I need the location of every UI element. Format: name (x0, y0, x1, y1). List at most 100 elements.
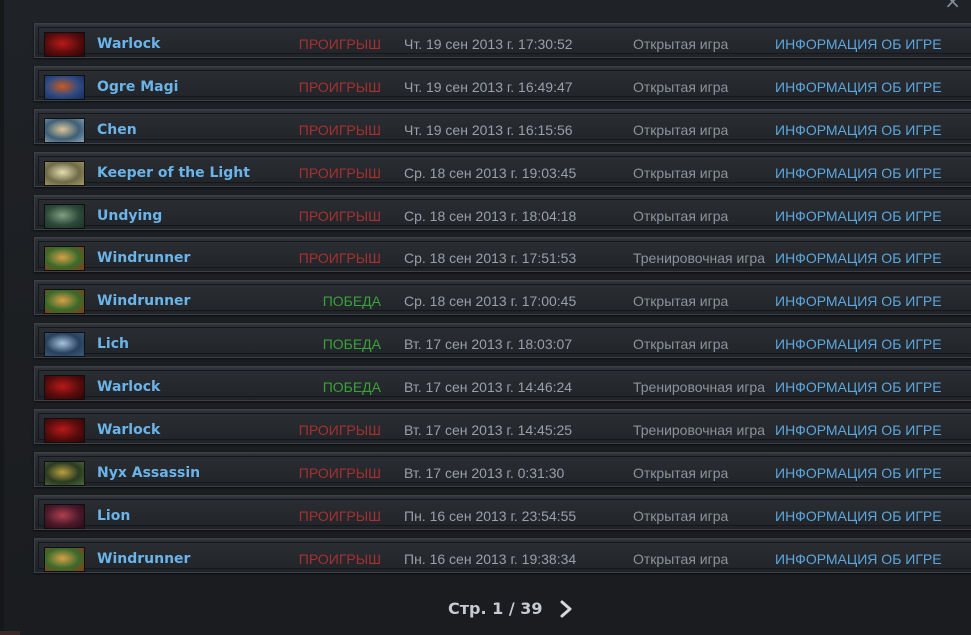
hero-name: Windrunner (97, 293, 191, 310)
game-info-link[interactable]: ИНФОРМАЦИЯ ОБ ИГРЕ (775, 114, 942, 147)
match-list: Warlock ПРОИГРЫШ Чт. 19 сен 2013 г. 17:30:… (34, 23, 971, 581)
hero-name: Lion (97, 507, 131, 524)
match-result: ПОБЕДА (322, 379, 381, 396)
match-row[interactable]: Windrunner ПОБЕДА Ср. 18 сен 2013 г. 17:00… (34, 280, 971, 316)
match-result: ПРОИГРЫШ (298, 550, 381, 567)
lich-portrait-icon (44, 332, 85, 358)
match-row[interactable]: Lich ПОБЕДА Вт. 17 сен 2013 г. 18:03:07 Отк… (34, 323, 971, 359)
match-result: ПРОИГРЫШ (298, 121, 381, 138)
game-info-link[interactable]: ИНФОРМАЦИЯ ОБ ИГРЕ (775, 157, 942, 190)
match-result: ПОБЕДА (322, 293, 381, 310)
match-row[interactable]: Keeper of the Light ПРОИГРЫШ Ср. 18 сен 20… (34, 151, 971, 187)
game-info-link[interactable]: ИНФОРМАЦИЯ ОБ ИГРЕ (775, 543, 942, 576)
keeper-of-the-light-portrait-icon (44, 160, 85, 186)
hero-name: Warlock (97, 36, 161, 52)
match-row-inner: Warlock ПРОИГРЫШ Вт. 17 сен 2013 г. 14:45:… (38, 413, 971, 444)
match-date: Вт. 17 сен 2013 г. 14:46:24 (404, 379, 573, 396)
match-row-inner: Lich ПОБЕДА Вт. 17 сен 2013 г. 18:03:07 Отк… (38, 327, 971, 358)
game-mode: Тренировочная игра (633, 250, 766, 267)
game-info-link[interactable]: ИНФОРМАЦИЯ ОБ ИГРЕ (775, 200, 942, 233)
match-date: Чт. 19 сен 2013 г. 17:30:52 (404, 36, 573, 52)
match-row[interactable]: Windrunner ПРОИГРЫШ Ср. 18 сен 2013 г. 17:… (34, 237, 971, 273)
match-result: ПРОИГРЫШ (298, 78, 381, 95)
game-mode: Открытая игра (633, 164, 729, 181)
panel-left-edge (0, 0, 4, 635)
match-result: ПРОИГРЫШ (298, 250, 381, 267)
game-info-link[interactable]: ИНФОРМАЦИЯ ОБ ИГРЕ (775, 71, 942, 104)
panel-bottom-edge (0, 631, 20, 635)
match-row-inner: Keeper of the Light ПРОИГРЫШ Ср. 18 сен 20… (38, 155, 971, 186)
match-result: ПРОИГРЫШ (298, 36, 381, 52)
hero-name: Chen (97, 121, 137, 138)
match-row-inner: Chen ПРОИГРЫШ Чт. 19 сен 2013 г. 16:15:56 О… (38, 112, 971, 143)
hero-name: Ogre Magi (97, 78, 179, 95)
match-history-panel: × Warlock ПРОИГРЫШ Чт. 19 сен 2013 г. 17:3… (0, 0, 971, 635)
match-date: Пн. 16 сен 2013 г. 23:54:55 (404, 507, 577, 524)
match-row[interactable]: Chen ПРОИГРЫШ Чт. 19 сен 2013 г. 16:15:56 О… (34, 108, 971, 144)
match-date: Чт. 19 сен 2013 г. 16:49:47 (404, 78, 573, 95)
lion-portrait-icon (44, 503, 85, 529)
close-icon[interactable]: × (944, 0, 961, 11)
game-info-link[interactable]: ИНФОРМАЦИЯ ОБ ИГРЕ (775, 328, 942, 361)
match-row-inner: Windrunner ПОБЕДА Ср. 18 сен 2013 г. 17:00… (38, 284, 971, 315)
match-row-inner: Undying ПРОИГРЫШ Ср. 18 сен 2013 г. 18:04:… (38, 198, 971, 229)
match-result: ПРОИГРЫШ (298, 207, 381, 224)
match-row-inner: Windrunner ПРОИГРЫШ Ср. 18 сен 2013 г. 17:… (38, 241, 971, 272)
match-result: ПРОИГРЫШ (298, 464, 381, 481)
game-info-link[interactable]: ИНФОРМАЦИЯ ОБ ИГРЕ (775, 242, 942, 275)
match-date: Вт. 17 сен 2013 г. 14:45:25 (404, 422, 573, 439)
match-date: Ср. 18 сен 2013 г. 19:03:45 (404, 164, 577, 181)
match-row[interactable]: Windrunner ПРОИГРЫШ Пн. 16 сен 2013 г. 19:… (34, 537, 971, 576)
match-result: ПОБЕДА (322, 336, 381, 353)
match-row-inner: Lion ПРОИГРЫШ Пн. 16 сен 2013 г. 23:54:55 О… (38, 498, 971, 529)
game-mode: Тренировочная игра (633, 422, 766, 439)
hero-name: Warlock (97, 422, 161, 439)
game-info-link[interactable]: ИНФОРМАЦИЯ ОБ ИГРЕ (775, 457, 942, 490)
game-mode: Открытая игра (633, 550, 729, 567)
match-date: Ср. 18 сен 2013 г. 17:51:53 (404, 250, 577, 267)
match-row[interactable]: Warlock ПРОИГРЫШ Чт. 19 сен 2013 г. 17:30:… (34, 23, 971, 58)
match-row-inner: Warlock ПОБЕДА Вт. 17 сен 2013 г. 14:46:24… (38, 370, 971, 401)
game-mode: Открытая игра (633, 293, 729, 310)
match-date: Вт. 17 сен 2013 г. 0:31:30 (404, 464, 565, 481)
hero-name: Lich (97, 336, 129, 353)
match-row[interactable]: Lion ПРОИГРЫШ Пн. 16 сен 2013 г. 23:54:55 О… (34, 494, 971, 530)
match-date: Вт. 17 сен 2013 г. 18:03:07 (404, 336, 573, 353)
warlock-portrait-icon (44, 375, 85, 401)
match-result: ПРОИГРЫШ (298, 164, 381, 181)
match-date: Ср. 18 сен 2013 г. 17:00:45 (404, 293, 577, 310)
match-date: Пн. 16 сен 2013 г. 19:38:34 (404, 550, 577, 567)
ogre-magi-portrait-icon (44, 74, 85, 100)
game-info-link[interactable]: ИНФОРМАЦИЯ ОБ ИГРЕ (775, 500, 942, 533)
match-row-inner: Nyx Assassin ПРОИГРЫШ Вт. 17 сен 2013 г. 0… (38, 455, 971, 486)
match-row[interactable]: Warlock ПРОИГРЫШ Вт. 17 сен 2013 г. 14:45:… (34, 409, 971, 445)
windrunner-portrait-icon (44, 546, 85, 572)
undying-portrait-icon (44, 203, 85, 229)
match-row-inner: Warlock ПРОИГРЫШ Чт. 19 сен 2013 г. 17:30:… (38, 27, 971, 57)
game-mode: Открытая игра (633, 207, 729, 224)
game-mode: Открытая игра (633, 336, 729, 353)
hero-name: Keeper of the Light (97, 164, 250, 181)
match-row[interactable]: Ogre Magi ПРОИГРЫШ Чт. 19 сен 2013 г. 16:4… (34, 65, 971, 104)
nyx-assassin-portrait-icon (44, 460, 85, 486)
match-result: ПРОИГРЫШ (298, 422, 381, 439)
game-info-link[interactable]: ИНФОРМАЦИЯ ОБ ИГРЕ (775, 28, 942, 61)
game-info-link[interactable]: ИНФОРМАЦИЯ ОБ ИГРЕ (775, 285, 942, 318)
match-row[interactable]: Undying ПРОИГРЫШ Ср. 18 сен 2013 г. 18:04:… (34, 194, 971, 230)
chevron-right-icon[interactable] (558, 600, 574, 618)
game-mode: Открытая игра (633, 507, 729, 524)
hero-name: Warlock (97, 379, 161, 396)
game-info-link[interactable]: ИНФОРМАЦИЯ ОБ ИГРЕ (775, 371, 942, 404)
hero-name: Windrunner (97, 550, 191, 567)
match-result: ПРОИГРЫШ (298, 507, 381, 524)
game-mode: Открытая игра (633, 121, 729, 138)
chen-portrait-icon (44, 117, 85, 143)
match-row[interactable]: Nyx Assassin ПРОИГРЫШ Вт. 17 сен 2013 г. 0… (34, 451, 971, 487)
hero-name: Windrunner (97, 250, 191, 267)
windrunner-portrait-icon (44, 289, 85, 315)
match-row[interactable]: Warlock ПОБЕДА Вт. 17 сен 2013 г. 14:46:24… (34, 366, 971, 402)
match-date: Чт. 19 сен 2013 г. 16:15:56 (404, 121, 573, 138)
hero-name: Nyx Assassin (97, 464, 201, 481)
game-info-link[interactable]: ИНФОРМАЦИЯ ОБ ИГРЕ (775, 414, 942, 447)
hero-name: Undying (97, 207, 163, 224)
